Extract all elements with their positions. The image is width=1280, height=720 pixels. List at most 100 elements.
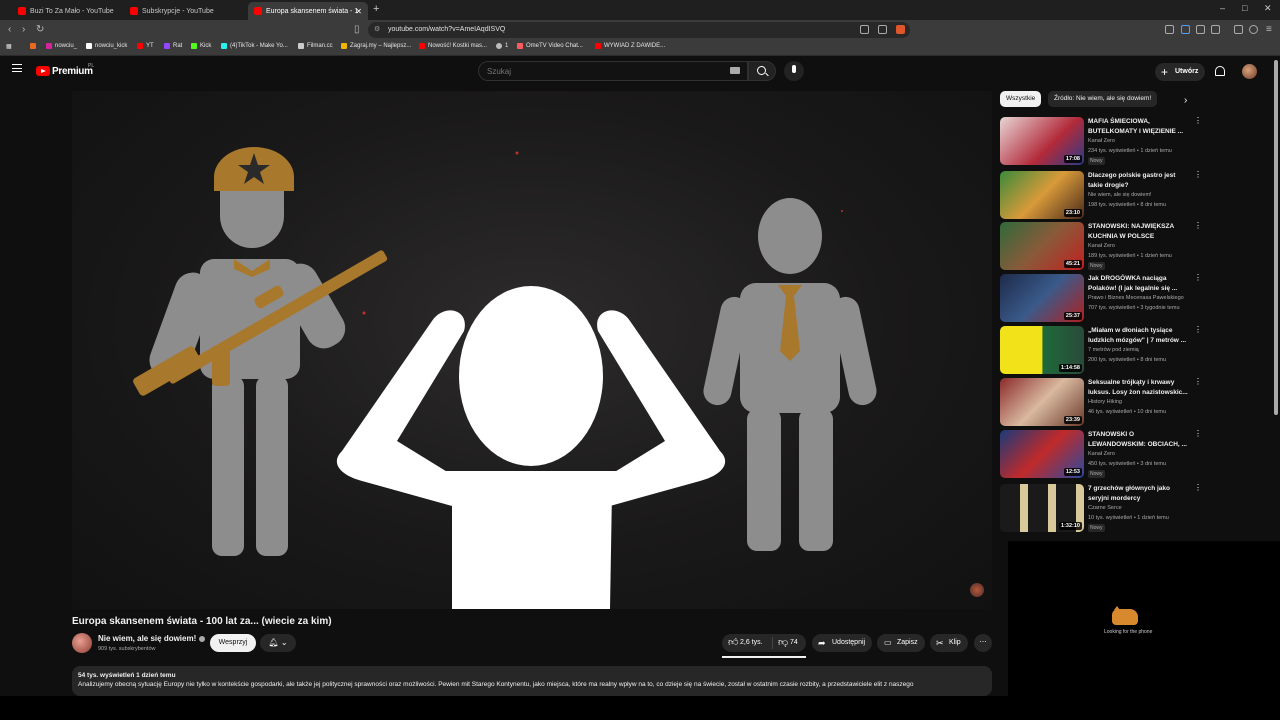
wallet-icon[interactable]: [1249, 25, 1258, 34]
support-button[interactable]: Wesprzyj: [210, 634, 256, 652]
video-thumbnail[interactable]: 45:21: [1000, 222, 1084, 270]
recommendation-item[interactable]: 25:37 Jak DROGÓWKA naciąga Polaków! (I j…: [1000, 274, 1202, 322]
chip-all[interactable]: Wszystkie: [1000, 91, 1042, 107]
video-player[interactable]: [72, 91, 992, 609]
like-count[interactable]: 2,6 tys.: [740, 634, 763, 652]
more-options-icon[interactable]: ⋮: [1194, 326, 1202, 334]
description-box[interactable]: 54 tys. wyświetleń 1 dzień temu Analizuj…: [72, 666, 992, 696]
more-actions-icon[interactable]: ⋯: [974, 634, 992, 652]
bookmark-item[interactable]: Filman.cc: [298, 43, 333, 49]
minimize-icon[interactable]: –: [1220, 3, 1225, 13]
recommendation-item[interactable]: 17:08 MAFIA ŚMIECIOWA, BUTELKOMATY I WIĘ…: [1000, 117, 1202, 165]
hamburger-menu-icon[interactable]: [12, 64, 22, 72]
duration-badge: 17:08: [1063, 155, 1082, 163]
search-button[interactable]: [748, 61, 776, 81]
recommendation-item[interactable]: 1:14:58 „Miałam w dłoniach tysiące ludzk…: [1000, 326, 1202, 374]
recommendation-item[interactable]: 23:39 Seksualne trójkąty i krwawy luksus…: [1000, 378, 1202, 426]
close-tab-icon[interactable]: ✕: [355, 7, 362, 16]
bookmark-item[interactable]: [30, 43, 39, 49]
share-button[interactable]: ➦ Udostępnij: [812, 634, 872, 652]
close-window-icon[interactable]: ✕: [1264, 3, 1272, 14]
youtube-favicon-icon: [254, 7, 262, 15]
create-button[interactable]: Utwórz: [1155, 63, 1205, 81]
video-thumbnail[interactable]: 1:32:10: [1000, 484, 1084, 532]
more-options-icon[interactable]: ⋮: [1194, 171, 1202, 179]
bookmark-item[interactable]: OmeTV Video Chat...: [517, 43, 583, 49]
more-options-icon[interactable]: ⋮: [1194, 222, 1202, 230]
bookmark-item[interactable]: YT: [137, 43, 154, 49]
youtube-premium-logo[interactable]: Premium: [52, 66, 93, 77]
brave-shield-icon[interactable]: [896, 25, 905, 34]
x-icon: [86, 43, 92, 49]
video-thumbnail[interactable]: 12:53: [1000, 430, 1084, 478]
bookmark-label: OmeTV Video Chat...: [526, 43, 583, 49]
bookmark-item[interactable]: nowciu_: [46, 43, 77, 49]
extensions-puzzle-icon[interactable]: [1196, 25, 1205, 34]
more-options-icon[interactable]: ⋮: [1194, 274, 1202, 282]
recommendation-item[interactable]: 12:53 STANOWSKI O LEWANDOWSKIM: OBCIACH,…: [1000, 430, 1202, 478]
new-tab-icon[interactable]: +: [373, 3, 379, 15]
voice-search-mic-icon[interactable]: [784, 61, 804, 81]
back-icon[interactable]: ‹: [8, 24, 11, 35]
browser-menu-icon[interactable]: ≡: [1266, 24, 1272, 35]
duration-badge: 23:10: [1063, 209, 1082, 217]
channel-watermark[interactable]: [970, 583, 984, 597]
site-info-icon[interactable]: ⚙: [374, 22, 380, 38]
bookmark-item[interactable]: WYWIAD Z DAWIDE...: [595, 43, 665, 49]
bookmark-item[interactable]: (4)TikTok - Make Yo...: [221, 43, 288, 49]
apps-grid-icon[interactable]: ▦: [6, 43, 12, 50]
reload-icon[interactable]: ↻: [36, 24, 44, 35]
keyboard-icon[interactable]: [730, 67, 740, 74]
user-avatar[interactable]: [1242, 64, 1257, 79]
more-options-icon[interactable]: ⋮: [1194, 430, 1202, 438]
youtube-logo-icon[interactable]: [36, 66, 50, 76]
channel-avatar[interactable]: [72, 633, 92, 653]
bookmark-item[interactable]: Zagraj.my – Najlepsz...: [341, 43, 411, 49]
forward-icon[interactable]: ›: [22, 24, 25, 35]
page-scrollbar[interactable]: [1274, 60, 1278, 415]
bookmark-icon[interactable]: ▯: [354, 24, 360, 35]
recommendation-item[interactable]: 1:32:10 7 grzechów głównych jako seryjni…: [1000, 484, 1202, 532]
address-bar-row: ‹ › ↻ ▯ ⚙ youtube.com/watch?v=AmeIAqdISV…: [0, 20, 1280, 40]
extension-icon[interactable]: [1165, 25, 1174, 34]
recommendation-item[interactable]: 23:10 Dlaczego polskie gastro jest takie…: [1000, 171, 1202, 219]
search-input[interactable]: [478, 61, 748, 81]
bookmark-item[interactable]: Nowość! Kostki mas...: [419, 43, 487, 49]
url-field[interactable]: ⚙ youtube.com/watch?v=AmeIAqdISVQ: [368, 22, 910, 38]
chip-source[interactable]: Źródło: Nie wiem, ale się dowiem!: [1048, 91, 1158, 107]
dislike-icon[interactable]: 👎︎: [778, 636, 788, 648]
extension-icon[interactable]: [1181, 25, 1190, 34]
video-thumbnail[interactable]: 25:37: [1000, 274, 1084, 322]
channel-name[interactable]: Nie wiem, ale się dowiem!: [98, 634, 206, 643]
video-thumbnail[interactable]: 23:10: [1000, 171, 1084, 219]
browser-tab-active[interactable]: Europa skansenem świata - 1 ✕: [248, 2, 368, 20]
share-icon: ➦: [818, 638, 826, 648]
media-icon[interactable]: [1234, 25, 1243, 34]
more-options-icon[interactable]: ⋮: [1194, 484, 1202, 492]
chevron-right-icon[interactable]: ›: [1184, 95, 1187, 106]
screenshot-icon[interactable]: [860, 25, 869, 34]
browser-tab[interactable]: Buzi To Za Mało - YouTube: [12, 2, 124, 20]
bookmark-item[interactable]: Kick: [191, 43, 211, 49]
share-page-icon[interactable]: [878, 25, 887, 34]
recommendation-item[interactable]: 45:21 STANOWSKI: NAJWIĘKSZA KUCHNIA W PO…: [1000, 222, 1202, 270]
save-button[interactable]: ▭ Zapisz: [877, 634, 925, 652]
more-options-icon[interactable]: ⋮: [1194, 378, 1202, 386]
bookmark-label: WYWIAD Z DAWIDE...: [604, 43, 666, 49]
video-thumbnail[interactable]: 23:39: [1000, 378, 1084, 426]
video-thumbnail[interactable]: 1:14:58: [1000, 326, 1084, 374]
bookmark-item[interactable]: Rat: [164, 43, 182, 49]
subscription-bell-button[interactable]: 🔔︎ ⌄: [260, 634, 296, 652]
browser-tab[interactable]: Subskrypcje - YouTube: [124, 2, 248, 20]
bookmark-item[interactable]: nowciu_kick: [86, 43, 127, 49]
notifications-bell-icon[interactable]: [1215, 66, 1225, 76]
bookmark-item[interactable]: 1: [496, 43, 508, 49]
dislike-count[interactable]: 74: [790, 634, 798, 652]
sidebar-icon[interactable]: [1211, 25, 1220, 34]
more-options-icon[interactable]: ⋮: [1194, 117, 1202, 125]
video-thumbnail[interactable]: 17:08: [1000, 117, 1084, 165]
maximize-icon[interactable]: □: [1242, 3, 1247, 13]
clip-button[interactable]: ✂ Klip: [930, 634, 968, 652]
like-icon[interactable]: 👍︎: [728, 636, 738, 648]
globe-icon: [496, 43, 502, 49]
